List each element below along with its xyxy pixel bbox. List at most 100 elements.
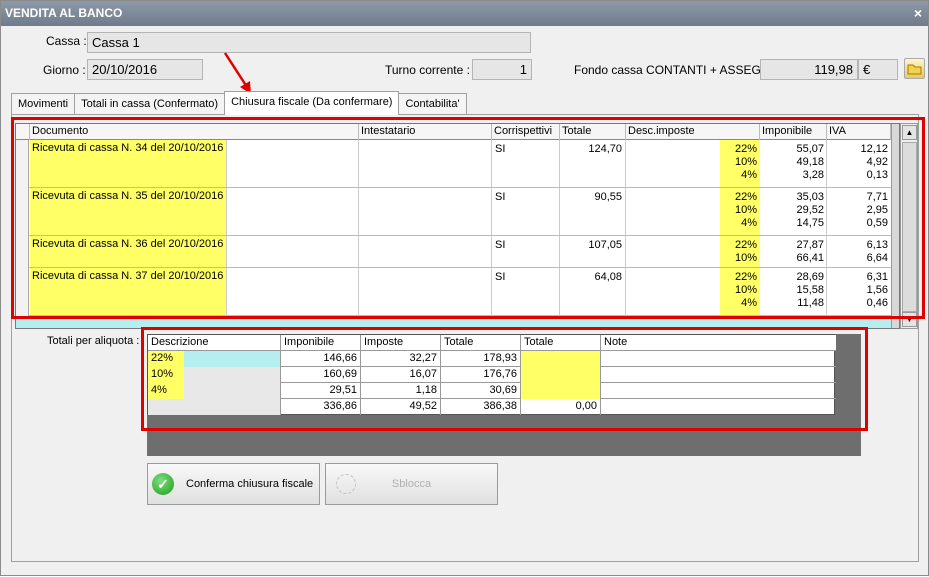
aliquota: 10% — [734, 284, 757, 296]
imponibile-value: 66,41 — [796, 252, 824, 264]
sblocca-button[interactable]: Sblocca — [325, 463, 498, 505]
documents-grid[interactable]: Documento Intestatario Corrispettivi Tot… — [15, 123, 900, 329]
cell-imposte: 1,18 — [361, 383, 441, 399]
grid-header: Documento Intestatario Corrispettivi Tot… — [16, 124, 899, 140]
iva-value: 0,46 — [866, 297, 888, 309]
col-corrispettivi[interactable]: Corrispettivi — [492, 124, 560, 140]
col-desc-imposte[interactable]: Desc.imposte — [626, 124, 760, 140]
row-selector[interactable] — [16, 268, 29, 316]
cell-totale-chiusura: 0,00 — [521, 399, 601, 415]
cell-aliquote: 22% 10% — [720, 236, 760, 267]
sblocca-label: Sblocca — [391, 478, 432, 490]
cell-totale-chiusura[interactable] — [521, 367, 601, 383]
cell-imposte: 16,07 — [361, 367, 441, 383]
imponibile-value: 14,75 — [796, 217, 824, 229]
cell-documento: Ricevuta di cassa N. 37 del 20/10/2016 — [30, 268, 227, 315]
table-row[interactable]: Ricevuta di cassa N. 36 del 20/10/2016 S… — [16, 236, 891, 268]
totals-grid[interactable]: Descrizione Imponibile Imposte Totale To… — [147, 334, 836, 415]
aliquota: 10% — [734, 204, 757, 216]
cell-documento: Ricevuta di cassa N. 35 del 20/10/2016 — [30, 188, 227, 235]
table-row[interactable]: 10% 160,69 16,07 176,76 — [148, 367, 836, 383]
cell-note[interactable] — [601, 383, 836, 399]
col-note[interactable]: Note — [601, 335, 836, 351]
grid-scrollbar[interactable]: ▲ ▼ — [900, 123, 918, 329]
cell-aliquote: 22% 10% 4% — [720, 188, 760, 235]
cassa-label: Cassa : — [46, 34, 87, 48]
iva-values: 6,13 6,64 — [827, 239, 888, 265]
imponibile-value: 27,87 — [796, 239, 824, 251]
iva-value: 6,31 — [866, 271, 888, 283]
turno-field[interactable]: 1 — [472, 59, 532, 80]
cell-corrispettivi: SI — [492, 188, 560, 235]
imponibile-values: 27,87 66,41 — [760, 239, 824, 265]
imponibile-value: 29,52 — [796, 204, 824, 216]
cell-totale: 90,55 — [560, 188, 626, 235]
cell-documento: Ricevuta di cassa N. 36 del 20/10/2016 — [30, 236, 227, 267]
turno-label: Turno corrente : — [385, 63, 470, 77]
cell-descrizione: 10% — [148, 367, 184, 383]
fondo-field[interactable]: 119,98 — [760, 59, 858, 80]
row-selector[interactable] — [16, 188, 29, 236]
table-row[interactable]: Ricevuta di cassa N. 35 del 20/10/2016 S… — [16, 188, 891, 236]
col-imponibile[interactable]: Imponibile — [760, 124, 827, 140]
iva-value: 0,59 — [866, 217, 888, 229]
iva-value: 6,13 — [866, 239, 888, 251]
cell-descrizione — [148, 399, 281, 415]
table-row[interactable]: Ricevuta di cassa N. 37 del 20/10/2016 S… — [16, 268, 891, 316]
col-iva[interactable]: IVA — [827, 124, 891, 140]
imponibile-values: 28,69 15,58 11,48 — [760, 271, 824, 310]
cell-aliquote: 22% 10% 4% — [720, 268, 760, 315]
cell-imponibile: 160,69 — [281, 367, 361, 383]
col-intestatario[interactable]: Intestatario — [359, 124, 492, 140]
iva-value: 12,12 — [860, 143, 888, 155]
table-row[interactable]: 4% 29,51 1,18 30,69 — [148, 383, 836, 399]
cell-intestatario — [359, 236, 492, 267]
scroll-down-icon[interactable]: ▼ — [902, 312, 917, 327]
cell-note[interactable] — [601, 367, 836, 383]
cassa-field[interactable]: Cassa 1 — [87, 32, 531, 53]
cell-imposte: 32,27 — [361, 351, 441, 367]
col-totale[interactable]: Totale — [560, 124, 626, 140]
cell-note[interactable] — [601, 351, 836, 367]
row-selector[interactable] — [16, 236, 29, 268]
cell-totale-chiusura[interactable] — [521, 351, 601, 367]
table-row[interactable]: 22% 146,66 32,27 178,93 — [148, 351, 836, 367]
iva-value: 2,95 — [866, 204, 888, 216]
totals-header: Descrizione Imponibile Imposte Totale To… — [148, 335, 836, 363]
aliquota: 10% — [734, 156, 757, 168]
col-totale[interactable]: Totale — [441, 335, 521, 351]
tab-contabilita[interactable]: Contabilita' — [398, 93, 467, 115]
cell-corrispettivi: SI — [492, 236, 560, 267]
row-selector[interactable] — [16, 140, 29, 188]
iva-values: 7,71 2,95 0,59 — [827, 191, 888, 230]
iva-values: 12,12 4,92 0,13 — [827, 143, 888, 182]
tab-movimenti[interactable]: Movimenti — [11, 93, 76, 115]
folder-icon[interactable] — [904, 58, 925, 79]
aliquota: 22% — [734, 239, 757, 251]
cell-intestatario — [359, 268, 492, 315]
aliquota: 10% — [734, 252, 757, 264]
check-icon: ✓ — [152, 473, 174, 495]
cell-imponibile: 336,86 — [281, 399, 361, 415]
cell-descrizione: 4% — [148, 383, 184, 399]
tab-bar: Movimenti Totali in cassa (Confermato) C… — [11, 91, 467, 115]
scroll-up-icon[interactable]: ▲ — [902, 125, 917, 140]
tab-chiusura-fiscale[interactable]: Chiusura fiscale (Da confermare) — [224, 91, 400, 115]
iva-value: 1,56 — [866, 284, 888, 296]
cell-totale-chiusura[interactable] — [521, 383, 601, 399]
col-imposte[interactable]: Imposte — [361, 335, 441, 351]
scroll-thumb[interactable] — [902, 142, 917, 312]
close-icon[interactable]: × — [914, 1, 922, 26]
col-descrizione[interactable]: Descrizione — [148, 335, 281, 351]
col-documento[interactable]: Documento — [30, 124, 359, 140]
new-row-placeholder[interactable] — [16, 316, 891, 328]
table-row[interactable]: Ricevuta di cassa N. 34 del 20/10/2016 S… — [16, 140, 891, 188]
giorno-field[interactable]: 20/10/2016 — [87, 59, 203, 80]
cell-note — [601, 399, 836, 415]
tab-totali-in-cassa[interactable]: Totali in cassa (Confermato) — [74, 93, 226, 115]
col-totale-chiusura[interactable]: Totale chiusura — [521, 335, 601, 363]
conferma-chiusura-button[interactable]: ✓ Conferma chiusura fiscale — [147, 463, 320, 505]
imponibile-value: 55,07 — [796, 143, 824, 155]
header-selector — [16, 124, 30, 140]
col-imponibile[interactable]: Imponibile — [281, 335, 361, 351]
